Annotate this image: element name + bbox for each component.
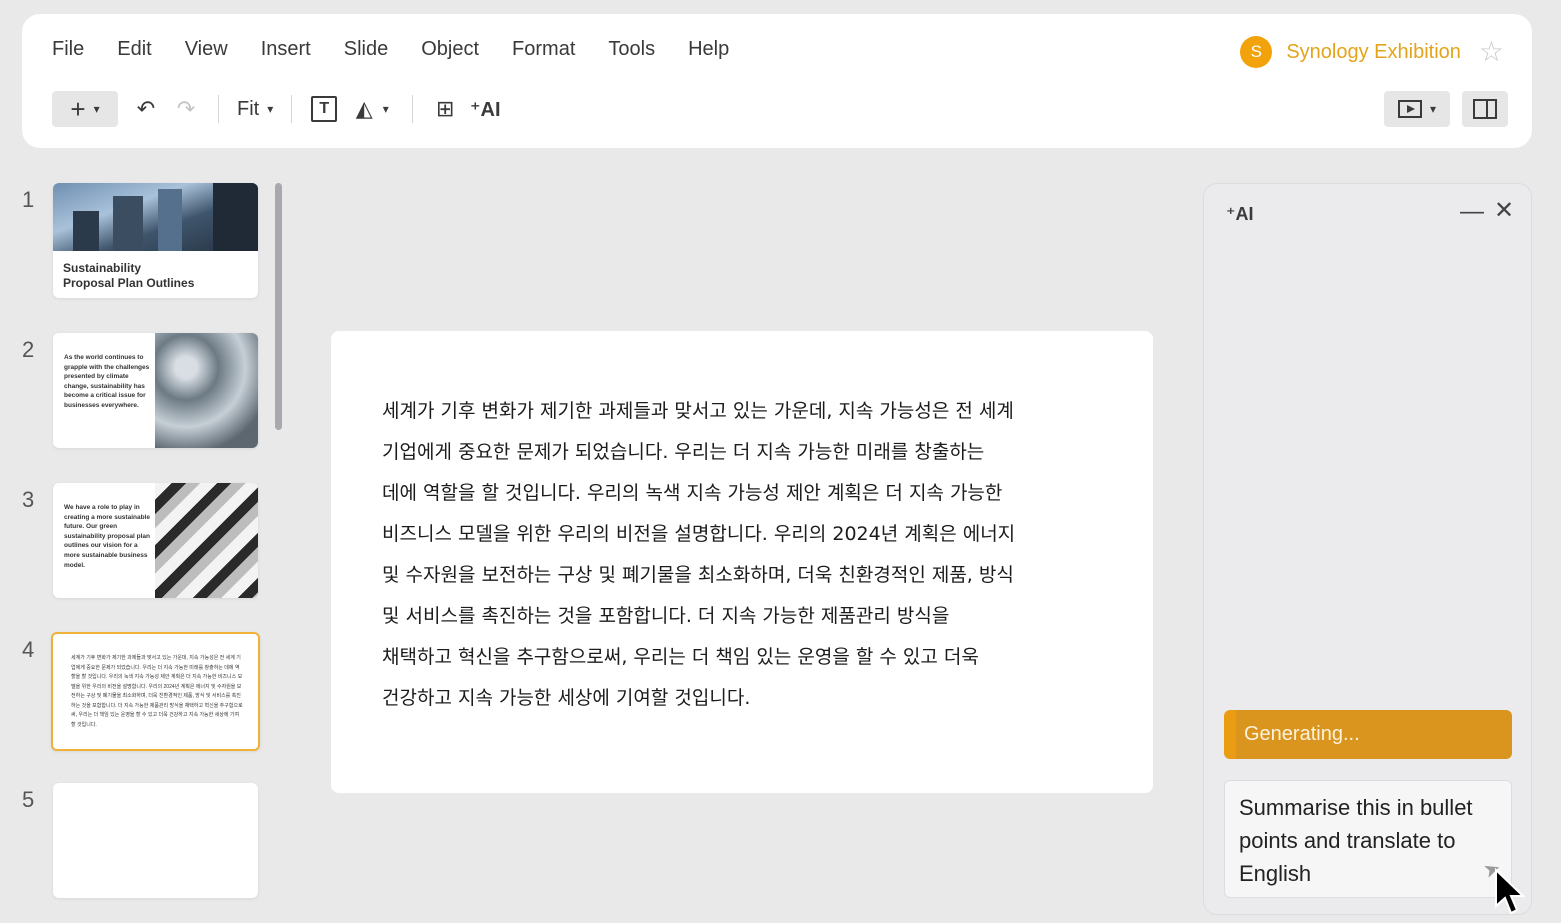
menu-insert[interactable]: Insert: [261, 38, 311, 61]
slide-thumbnail-4[interactable]: 세계가 기후 변화가 제기한 과제들과 맞서고 있는 가운데, 지속 가능성은 …: [51, 632, 260, 751]
toolbar-divider: [291, 95, 293, 123]
present-button[interactable]: ▾: [1384, 91, 1450, 127]
menu-object[interactable]: Object: [421, 38, 479, 61]
prompt-text: Summarise this in bullet points and tran…: [1239, 795, 1473, 886]
close-icon[interactable]: ✕: [1494, 196, 1514, 225]
ai-assistant-panel: ⁺AI — ✕ Generating... Summarise this in …: [1203, 183, 1532, 915]
menu-file[interactable]: File: [52, 38, 84, 61]
thumbnail-text: 세계가 기후 변화가 제기한 과제들과 맞서고 있는 가운데, 지속 가능성은 …: [71, 655, 243, 728]
ai-button[interactable]: ⁺AI: [465, 91, 505, 127]
slide-thumbnail-3[interactable]: We have a role to play in creating a mor…: [53, 483, 258, 598]
text-box-icon: T: [311, 96, 338, 122]
text-box-button[interactable]: T: [304, 91, 344, 127]
menu-view[interactable]: View: [185, 38, 228, 61]
slide-number: 4: [22, 637, 35, 662]
menu-tools[interactable]: Tools: [608, 38, 655, 61]
slide-thumbnail-1[interactable]: Sustainability Proposal Plan Outlines: [53, 183, 258, 298]
ai-sparkle-icon: ⁺AI: [1226, 204, 1254, 224]
redo-button[interactable]: ↷: [166, 91, 206, 127]
chevron-down-icon: ▾: [382, 102, 389, 116]
chevron-down-icon: ▾: [1429, 102, 1437, 116]
shapes-icon: ◭: [355, 96, 373, 121]
view-tools: ▾: [1384, 91, 1508, 127]
document-title[interactable]: Synology Exhibition: [1286, 41, 1461, 64]
menu-bar: File Edit View Insert Slide Object Forma…: [52, 38, 762, 61]
thumbnail-title: Sustainability Proposal Plan Outlines: [63, 261, 195, 290]
side-panel-icon: [1473, 99, 1497, 119]
menu-edit[interactable]: Edit: [117, 38, 151, 61]
ai-prompt-input[interactable]: Summarise this in bullet points and tran…: [1224, 780, 1512, 898]
document-avatar: S: [1240, 36, 1273, 68]
menu-slide[interactable]: Slide: [344, 38, 388, 61]
present-icon: [1397, 100, 1422, 118]
comment-add-icon: ⊞: [436, 96, 455, 121]
shapes-button[interactable]: ◭ ▾: [344, 91, 400, 127]
minimize-icon[interactable]: —: [1460, 198, 1484, 226]
slide-number: 1: [22, 187, 35, 212]
document-title-area: S Synology Exhibition ☆: [1240, 36, 1504, 68]
zoom-select[interactable]: Fit ▾: [231, 91, 279, 127]
snowy-forest-image: [155, 333, 258, 448]
mouse-cursor-icon: [1495, 868, 1526, 915]
menu-help[interactable]: Help: [688, 38, 729, 61]
thumbnail-scrollbar[interactable]: [275, 183, 282, 430]
toolbar-divider: [218, 95, 219, 123]
chevron-down-icon: ▾: [267, 102, 274, 116]
star-icon[interactable]: ☆: [1479, 38, 1504, 66]
thumbnail-text: As the world continues to grapple with t…: [64, 354, 150, 409]
generating-status: Generating...: [1224, 710, 1512, 759]
architecture-image: [155, 483, 258, 598]
ai-sparkle-icon: ⁺AI: [469, 98, 501, 121]
slide-number: 2: [22, 337, 35, 362]
menu-format[interactable]: Format: [512, 38, 575, 61]
toolbar-divider: [412, 95, 414, 123]
redo-icon: ↷: [176, 96, 196, 121]
zoom-value: Fit: [237, 97, 260, 120]
toggle-panel-button[interactable]: [1462, 91, 1508, 127]
tool-row: + ▾ ↶ ↷ Fit ▾ T ◭ ▾ ⊞ ⁺AI: [52, 91, 505, 127]
slide-thumbnail-5[interactable]: [53, 783, 258, 898]
slide-canvas[interactable]: 세계가 기후 변화가 제기한 과제들과 맞서고 있는 가운데, 지속 가능성은 …: [331, 331, 1153, 793]
add-comment-button[interactable]: ⊞: [425, 91, 465, 127]
undo-button[interactable]: ↶: [126, 91, 166, 127]
slide-number: 3: [22, 487, 35, 512]
skyscrapers-image: [53, 183, 258, 251]
undo-icon: ↶: [136, 96, 156, 121]
plus-icon: +: [70, 93, 86, 124]
add-button[interactable]: + ▾: [52, 91, 118, 127]
top-toolbar: File Edit View Insert Slide Object Forma…: [22, 14, 1532, 148]
thumbnail-text: We have a role to play in creating a mor…: [64, 504, 150, 569]
chevron-down-icon: ▾: [93, 102, 100, 116]
slide-number: 5: [22, 787, 35, 812]
slide-body-text[interactable]: 세계가 기후 변화가 제기한 과제들과 맞서고 있는 가운데, 지속 가능성은 …: [382, 391, 1082, 719]
slide-thumbnail-2[interactable]: As the world continues to grapple with t…: [53, 333, 258, 448]
